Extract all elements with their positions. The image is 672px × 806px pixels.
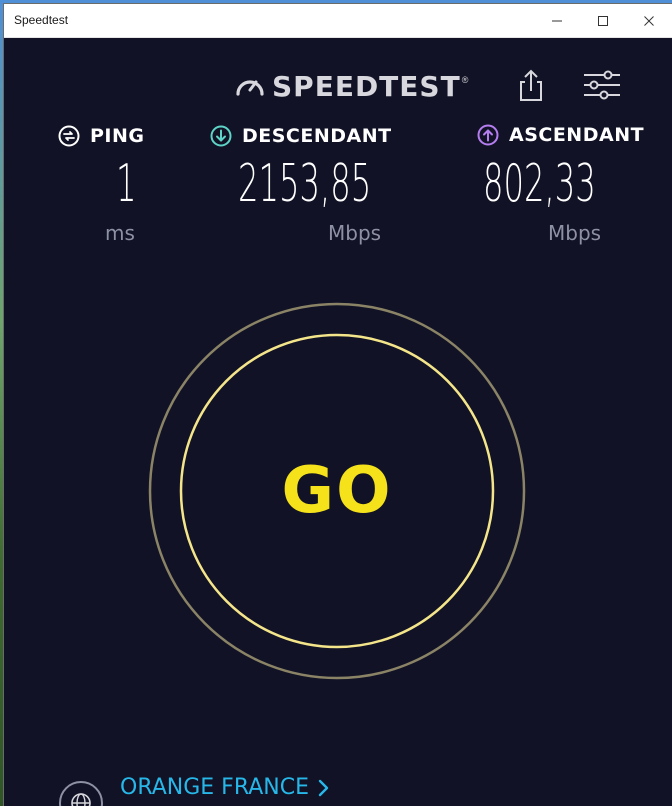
ping-header: PING — [58, 125, 145, 147]
go-label: GO — [281, 454, 393, 528]
brand-name: SPEEDTEST — [272, 69, 461, 103]
download-label: DESCENDANT — [242, 125, 392, 147]
download-unit: Mbps — [328, 221, 382, 245]
speedtest-logo: SPEEDTEST ® — [234, 69, 469, 103]
download-value: 2153,85 — [238, 154, 372, 214]
upload-value: 802,33 — [483, 154, 596, 214]
share-icon — [520, 69, 542, 101]
minimize-icon — [552, 20, 562, 21]
settings-button[interactable] — [582, 70, 622, 100]
upload-arrow-icon — [477, 124, 499, 146]
window-title: Speedtest — [14, 13, 69, 27]
upload-header: ASCENDANT — [477, 124, 644, 146]
ping-label: PING — [90, 125, 145, 147]
download-header: DESCENDANT — [210, 125, 392, 147]
title-bar: Speedtest — [4, 4, 672, 38]
close-icon — [644, 15, 654, 26]
sliders-icon — [584, 70, 620, 100]
registered-mark: ® — [461, 75, 469, 85]
globe-icon — [59, 781, 103, 806]
minimize-button[interactable] — [534, 4, 580, 37]
maximize-icon — [598, 15, 608, 26]
close-button[interactable] — [626, 4, 672, 37]
provider-name: ORANGE FRANCE — [120, 775, 309, 800]
ping-icon — [58, 125, 80, 147]
download-arrow-icon — [210, 125, 232, 147]
upload-label: ASCENDANT — [509, 124, 645, 146]
maximize-button[interactable] — [580, 4, 626, 37]
ping-value: 1 — [116, 154, 137, 214]
ping-unit: ms — [105, 221, 135, 245]
provider-link[interactable]: ORANGE FRANCE — [120, 775, 329, 800]
share-button[interactable] — [516, 68, 546, 102]
app-content: SPEEDTEST ® PING 1 ms DESCENDANT 2153,85… — [4, 38, 672, 806]
upload-unit: Mbps — [548, 221, 602, 245]
chevron-right-icon — [318, 779, 329, 796]
speedometer-icon — [236, 80, 264, 96]
speedtest-window: Speedtest SPEEDTEST ® PING 1 ms DESCENDA… — [4, 4, 672, 806]
go-button[interactable]: GO — [178, 332, 496, 650]
